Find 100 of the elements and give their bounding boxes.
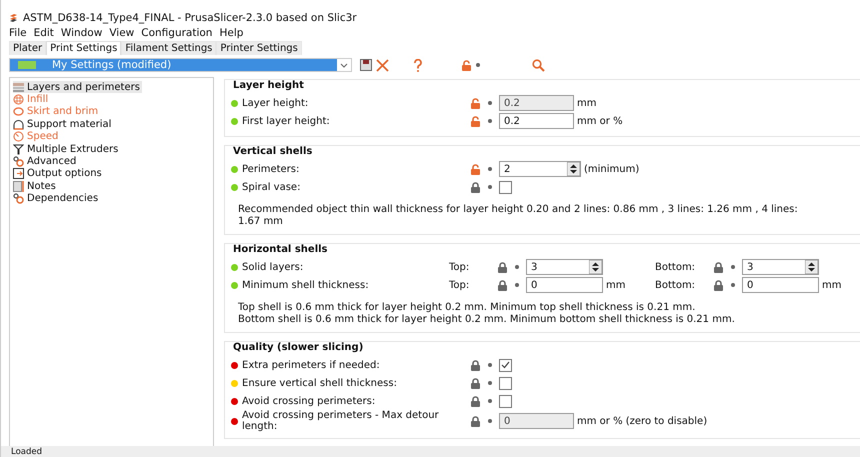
checkbox[interactable] [499,394,512,408]
lock-icon[interactable] [497,280,508,290]
dot-icon [731,265,735,269]
setting-label: Layer height: [242,98,310,108]
tab[interactable]: Filament Settings [121,41,216,55]
dot-icon [488,399,492,403]
group-title: Vertical shells [233,146,314,157]
app-logo-icon [9,13,18,23]
setting-label: First layer height: [242,116,331,126]
tab[interactable]: Print Settings [46,41,122,55]
dot-icon [488,363,492,367]
notes-icon [13,180,24,192]
dot-icon [488,381,492,385]
group-title: Horizontal shells [233,244,329,255]
category-item[interactable]: Advanced [13,155,78,168]
menu-item[interactable]: View [109,27,134,39]
number-field[interactable]: 2 [499,161,581,177]
spin-buttons[interactable] [805,260,818,274]
gears-icon [13,156,24,168]
menu-item[interactable]: Edit [34,27,54,39]
tab[interactable]: Plater [9,41,46,55]
save-icon[interactable] [360,59,372,71]
category-item[interactable]: Notes [13,180,58,193]
setting-label: Avoid crossing perimeters - Max detour length: [242,410,440,432]
category-item[interactable]: Support material [13,118,114,131]
group-title: Quality (slower slicing) [233,342,364,353]
unlocked-lock-icon[interactable] [470,164,481,174]
dot-icon [731,283,735,287]
unit-label: (minimum) [584,164,640,174]
spin-buttons[interactable] [589,260,602,274]
category-item[interactable]: Layers and perimeters [13,81,142,94]
setting-label: Avoid crossing perimeters: [242,396,376,406]
number-field[interactable]: 3 [742,259,819,275]
checkbox[interactable] [499,358,512,372]
window-title: ASTM_D638-14_Type4_FINAL - PrusaSlicer-2.3.0 based on Slic3r [23,12,357,24]
unlocked-lock-icon[interactable] [461,60,472,70]
setting-label: Spiral vase: [242,182,302,192]
lock-icon[interactable] [470,378,481,388]
number-field[interactable]: 3 [526,259,603,275]
setting-label: Perimeters: [242,164,300,174]
help-icon[interactable] [413,58,423,72]
setting-label: Extra perimeters if needed: [242,360,381,370]
export-icon [13,168,24,180]
lock-icon[interactable] [470,396,481,406]
side-label: Bottom: [655,262,696,272]
setting-label: Ensure vertical shell thickness: [242,378,398,388]
search-icon[interactable] [532,58,545,72]
grid-icon [13,94,24,106]
lock-icon[interactable] [713,280,724,290]
unit-label: mm [606,280,626,290]
ring-icon [13,106,24,118]
unit-label: mm [577,98,596,108]
funnel-icon [13,144,24,155]
side-label: Top: [449,280,470,290]
unit-label: mm [822,280,842,290]
layers-icon [13,82,24,93]
gears-icon [13,193,24,204]
menu-item[interactable]: File [9,27,27,39]
lock-icon[interactable] [470,182,481,192]
menu-item[interactable]: Window [60,27,102,39]
checkbox[interactable] [499,376,512,390]
menu-item[interactable]: Configuration [141,27,212,39]
unit-label: mm or % (zero to disable) [577,416,708,426]
group-title: Layer height [233,80,305,91]
number-field[interactable]: 0.2 [499,113,574,129]
check-icon [501,361,510,369]
unlocked-lock-icon[interactable] [470,116,481,126]
lock-icon[interactable] [470,360,481,370]
delete-icon[interactable] [376,58,389,72]
dot-icon [488,101,492,105]
checkbox[interactable] [499,180,512,194]
info-text: Top shell is 0.6 mm thick for layer height 0.2 mm. Minimum top shell thickness is 0.21 mm. [238,302,696,314]
side-label: Top: [449,262,470,272]
category-item[interactable]: Multiple Extruders [13,142,120,156]
spin-buttons[interactable] [567,162,580,176]
number-field[interactable]: 0 [526,277,603,293]
info-text: Bottom shell is 0.6 mm thick for layer height 0.2 mm. Minimum bottom shell thickness is 0.21 mm. [238,314,736,326]
setting-label: Solid layers: [242,262,304,272]
category-item[interactable]: Dependencies [13,192,100,205]
dot-icon [488,119,492,123]
dot-icon [488,185,492,189]
lock-icon[interactable] [713,262,724,272]
dome-icon [13,118,24,130]
number-field[interactable]: 0 [742,277,819,293]
status-text: Loaded [11,446,42,456]
dot-icon [515,265,519,269]
tab[interactable]: Printer Settings [216,41,302,55]
setting-label: Minimum shell thickness: [242,280,370,290]
side-label: Bottom: [655,280,696,290]
dot-icon [476,63,480,67]
category-item[interactable]: Output options [13,168,104,180]
flag-icon [18,61,36,69]
info-text: Recommended object thin wall thickness for layer height 0.20 and 2 lines: 0.86 mm , 3 lines: 1.26 mm , 4 lines: 1.67 mm [238,204,799,228]
lock-icon[interactable] [497,262,508,272]
dot-icon [488,419,492,423]
gauge-icon [13,131,24,142]
caret-icon [340,62,348,68]
dot-icon [515,283,519,287]
menu-item[interactable]: Help [219,27,244,39]
unit-label: mm or % [577,116,623,126]
